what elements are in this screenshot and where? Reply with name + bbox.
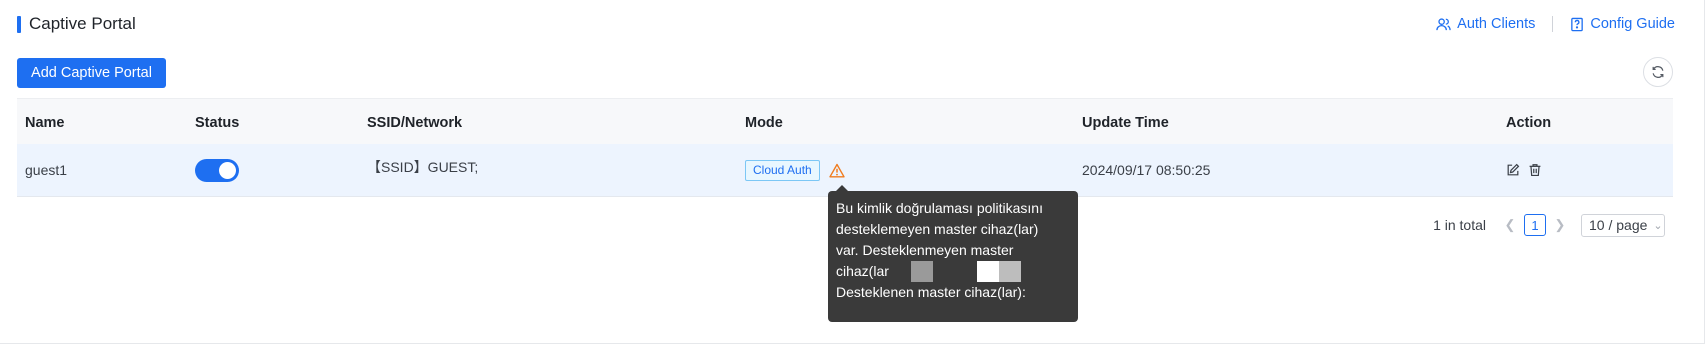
delete-icon[interactable] [1528, 163, 1542, 177]
column-header-action: Action [1506, 114, 1552, 131]
redaction-block [932, 261, 955, 282]
tooltip-line: var. Desteklenmeyen master [836, 242, 1014, 258]
row-ssid-cell: 【SSID】GUEST; [367, 144, 478, 196]
tooltip-line-redacted: cihaz(lar [836, 261, 1070, 282]
chevron-left-icon[interactable]: ❮ [1500, 217, 1520, 233]
row-update-time: 2024/09/17 08:50:25 [1082, 162, 1211, 178]
page-title: Captive Portal [29, 14, 136, 33]
page-size-value: 10 / page [1589, 217, 1648, 233]
header-links: Auth Clients Config Guide [1436, 13, 1675, 35]
auth-clients-link[interactable]: Auth Clients [1436, 16, 1535, 32]
column-header-update-time: Update Time [1082, 114, 1169, 131]
column-header-ssid: SSID/Network [367, 114, 463, 131]
tooltip-line: Bu kimlik doğrulaması politikasını [836, 200, 1043, 216]
redaction-block [998, 261, 1021, 282]
mode-tag: Cloud Auth [745, 159, 820, 181]
page-header: Captive Portal [17, 12, 136, 36]
row-ssid: 【SSID】GUEST; [367, 159, 479, 175]
link-divider [1552, 16, 1554, 32]
redaction-block [910, 261, 933, 282]
redaction-block [954, 261, 977, 282]
tooltip-line: desteklemeyen master cihaz(lar) [836, 221, 1039, 237]
page-number-button[interactable]: 1 [1524, 214, 1546, 236]
warning-icon[interactable] [829, 163, 845, 178]
users-icon [1436, 17, 1451, 30]
add-captive-portal-button[interactable]: Add Captive Portal [17, 58, 166, 88]
redaction-block [888, 261, 911, 282]
auth-clients-label: Auth Clients [1457, 16, 1536, 32]
row-status [195, 144, 239, 196]
tooltip-line: cihaz(lar [836, 263, 889, 279]
toggle-knob [219, 161, 236, 179]
page-size-select[interactable]: 10 / page ⌄ [1581, 213, 1665, 237]
book-icon [1571, 17, 1584, 31]
row-name: guest1 [25, 162, 68, 178]
title-accent-bar [17, 15, 21, 33]
refresh-icon [1652, 66, 1664, 78]
column-header-status: Status [195, 114, 240, 131]
redaction-block [976, 261, 999, 282]
warning-tooltip: Bu kimlik doğrulaması politikasını deste… [828, 191, 1078, 322]
chevron-down-icon: ⌄ [1653, 219, 1663, 232]
config-guide-link[interactable]: Config Guide [1570, 16, 1675, 32]
tooltip-line: Desteklenen master cihaz(lar): [836, 284, 1026, 300]
status-toggle[interactable] [195, 158, 239, 182]
config-guide-label: Config Guide [1590, 16, 1675, 32]
row-actions [1506, 144, 1550, 196]
column-header-mode: Mode [745, 114, 783, 131]
chevron-right-icon[interactable]: ❯ [1550, 217, 1570, 233]
table-header: Name Status SSID/Network Mode Update Tim… [17, 98, 1673, 144]
total-count: 1 in total [1433, 217, 1486, 233]
row-mode: Cloud Auth [745, 144, 845, 196]
pagination: 1 in total ❮ 1 ❯ 10 / page ⌄ [1433, 213, 1665, 237]
refresh-button[interactable] [1643, 57, 1673, 87]
column-header-name: Name [25, 114, 65, 131]
edit-icon[interactable] [1506, 163, 1520, 177]
